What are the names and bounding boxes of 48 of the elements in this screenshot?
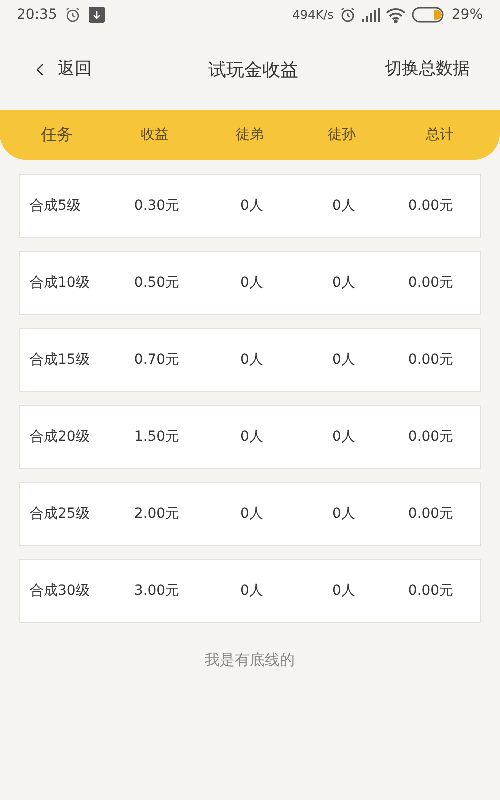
table-cell-text: 0人 — [332, 582, 356, 600]
table-cell-text: 合成20级 — [29, 428, 91, 446]
table-cell-text: 0.50元 — [133, 274, 181, 292]
status-time: 20:35 — [17, 6, 58, 24]
battery-icon — [412, 7, 446, 23]
table-cell-text: 0.00元 — [407, 196, 455, 216]
table-cell-text: 0人 — [240, 582, 264, 600]
page-title: 试玩金收益 — [208, 58, 298, 82]
table-cell-text: 合成10级 — [29, 274, 91, 292]
table-cell-text: 合成15级 — [29, 350, 91, 370]
column-header: 徒弟 — [235, 126, 265, 144]
end-of-list-text: 我是有底线的 — [205, 650, 295, 671]
table-cell-text: 0人 — [240, 350, 264, 370]
alarm-clock-icon — [340, 7, 356, 23]
download-icon — [89, 7, 106, 23]
table-cell-text: 1.50元 — [133, 428, 181, 446]
table-cell-text: 0.30元 — [133, 196, 181, 216]
signal-icon — [362, 8, 380, 22]
table-cell-text: 0人 — [240, 504, 264, 524]
wifi-icon — [386, 8, 406, 22]
alarm-clock-icon — [65, 7, 82, 23]
table-cell-text: 0人 — [332, 196, 356, 216]
back-button[interactable]: 返回 — [30, 57, 92, 83]
table-cell-text: 2.00元 — [133, 504, 181, 524]
column-header: 徒孙 — [327, 126, 357, 144]
table-cell-text: 合成30级 — [29, 582, 91, 600]
table-cell-text: 0.00元 — [407, 350, 455, 370]
table-cell-text: 0人 — [332, 504, 356, 524]
table-cell-text: 0人 — [332, 350, 356, 370]
table-cell-text: 0人 — [240, 274, 264, 292]
switch-data-button[interactable]: 切换总数据 — [385, 57, 470, 83]
table-cell-text: 合成25级 — [29, 504, 91, 524]
network-speed: 494K/s — [292, 7, 334, 24]
table-cell-text: 0人 — [332, 428, 356, 446]
table-cell-text: 合成5级 — [29, 196, 82, 216]
table-cell-text: 0人 — [240, 196, 264, 216]
column-header: 总计 — [425, 126, 455, 144]
column-header: 任务 — [40, 124, 74, 146]
battery-percent: 29% — [452, 6, 483, 24]
table-cell-text: 0.00元 — [407, 428, 455, 446]
table-cell-text: 0人 — [332, 274, 356, 292]
table-cell-text: 0.00元 — [407, 582, 455, 600]
table-cell-text: 0.70元 — [133, 350, 181, 370]
table-cell-text: 0.00元 — [407, 504, 455, 524]
table-cell-text: 3.00元 — [133, 582, 181, 600]
column-header: 收益 — [140, 126, 170, 144]
table-cell-text: 0.00元 — [407, 274, 455, 292]
table-cell-text: 0人 — [240, 428, 264, 446]
